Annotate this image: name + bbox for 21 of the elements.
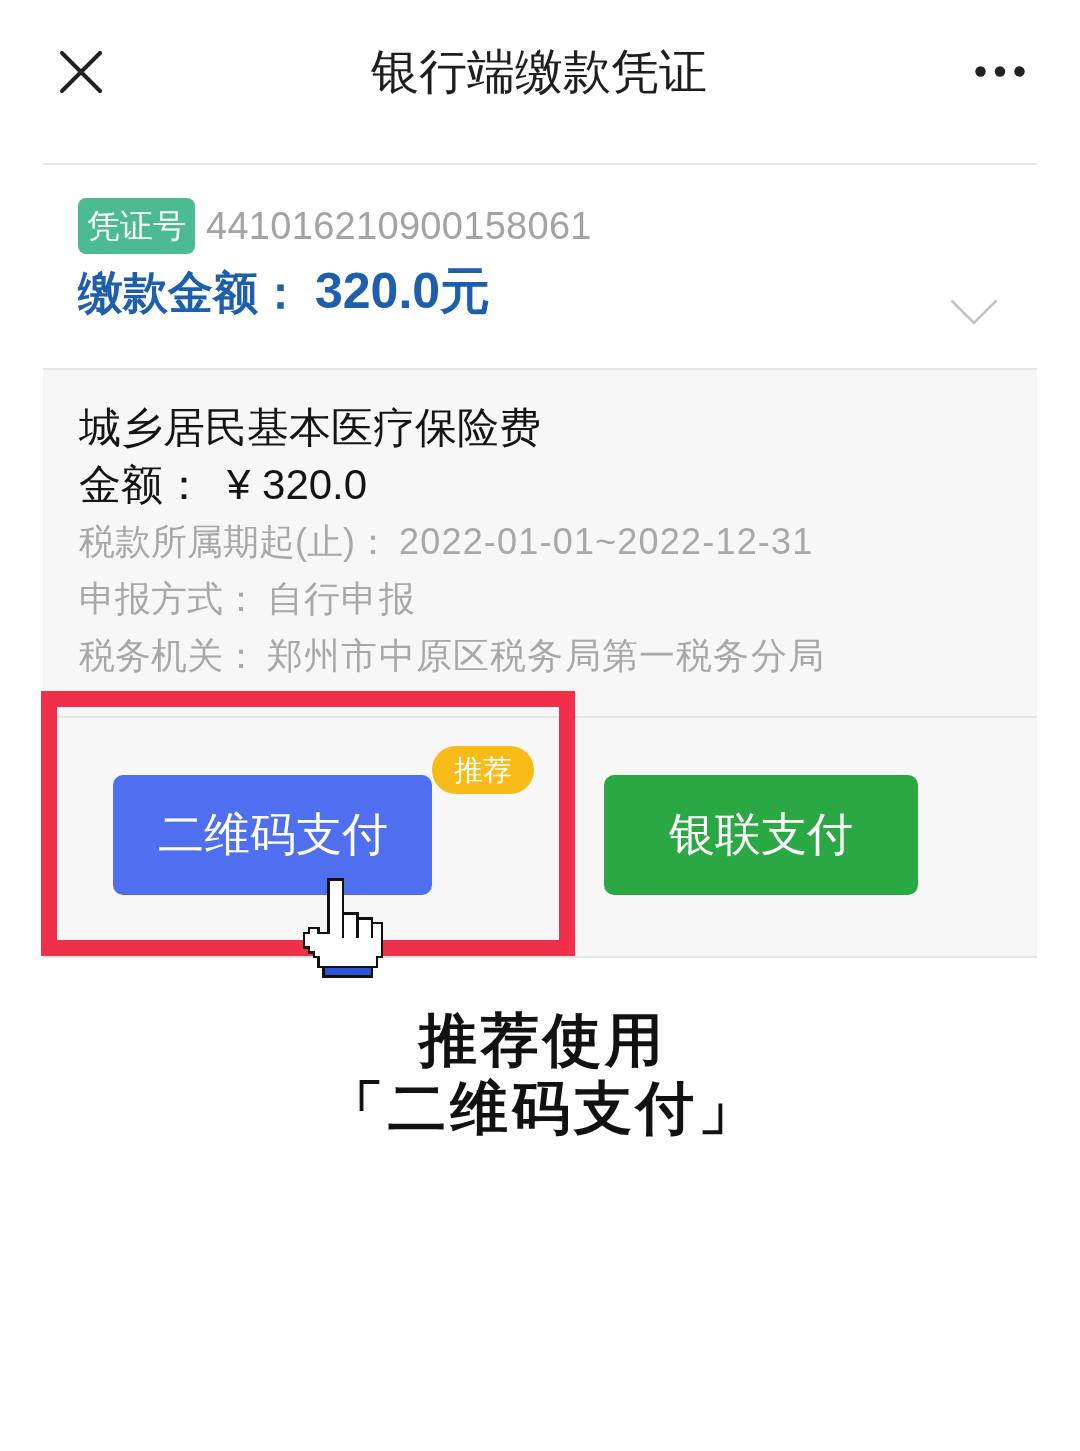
payment-button[interactable]: 银联支付 — [604, 775, 918, 895]
more-icon[interactable] — [975, 66, 1025, 77]
detail-value: 2022-01-01~2022-12-31 — [399, 520, 814, 564]
close-icon[interactable] — [60, 50, 102, 93]
caption-text: 推荐使用 — [419, 1006, 667, 1074]
amount-label: 金额： — [79, 460, 205, 510]
payment-button[interactable]: 二维码支付 — [113, 775, 432, 895]
caption-text: 「二维码支付」 — [326, 1074, 760, 1142]
detail-label: 税款所属期起(止)： — [79, 520, 391, 564]
voucher-tag: 凭证号 — [78, 198, 195, 254]
payment-amount: 320.0元 — [315, 262, 491, 321]
detail-label: 税务机关： — [79, 634, 259, 678]
page-title: 银行端缴款凭证 — [370, 43, 707, 100]
amount-value: ¥ 320.0 — [227, 460, 368, 510]
payment-amount-label: 缴款金额： — [78, 266, 303, 320]
recommended-badge: 推荐 — [432, 746, 534, 794]
voucher-number: 441016210900158061 — [206, 204, 592, 248]
detail-value: 郑州市中原区税务局第一税务分局 — [267, 634, 825, 678]
item-name: 城乡居民基本医疗保险费 — [79, 403, 541, 453]
detail-value: 自行申报 — [267, 577, 416, 621]
detail-label: 申报方式： — [79, 577, 259, 621]
